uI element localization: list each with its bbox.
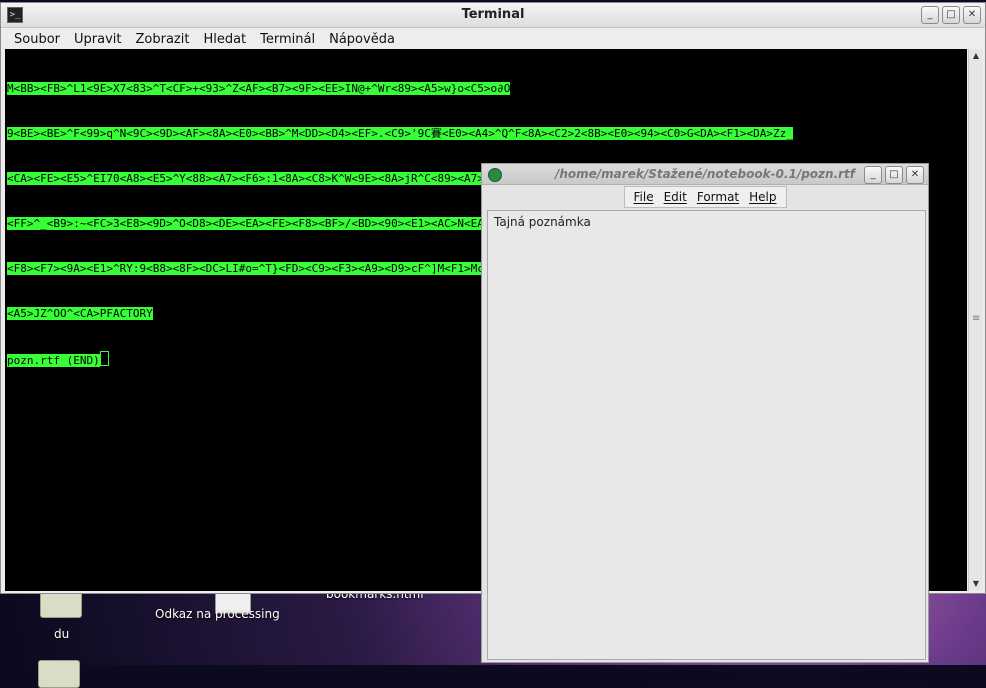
- notebook-menubar: File Edit Format Help: [482, 185, 928, 209]
- folder-icon[interactable]: [38, 660, 80, 688]
- scroll-up-arrow-icon[interactable]: ▲: [969, 49, 983, 63]
- terminal-line: 9<BE><BE>^F<99>q^N<9C><9D><AF><8A><E0><B…: [7, 127, 793, 140]
- scroll-down-arrow-icon[interactable]: ▼: [969, 577, 983, 591]
- desktop-icon-label-processing[interactable]: Odkaz na processing: [155, 607, 280, 621]
- close-icon[interactable]: ✕: [906, 166, 924, 184]
- minimize-icon[interactable]: _: [864, 166, 882, 184]
- menu-napoveda[interactable]: Nápověda: [322, 32, 402, 47]
- desktop-icon-label-du[interactable]: du: [54, 627, 69, 641]
- menu-zobrazit[interactable]: Zobrazit: [128, 32, 196, 47]
- menu-soubor[interactable]: Soubor: [7, 32, 67, 47]
- terminal-title: Terminal: [461, 7, 525, 22]
- menu-edit[interactable]: Edit: [659, 190, 692, 204]
- menu-format[interactable]: Format: [692, 190, 744, 204]
- scroll-grip-icon[interactable]: ≡: [972, 313, 980, 324]
- notebook-text-area[interactable]: Tajná poznámka: [487, 210, 926, 660]
- du-folder-icon[interactable]: [40, 590, 82, 618]
- notebook-titlebar[interactable]: /home/marek/Stažené/notebook-0.1/pozn.rt…: [482, 164, 928, 185]
- note-content[interactable]: Tajná poznámka: [488, 211, 925, 233]
- menu-upravit[interactable]: Upravit: [67, 32, 128, 47]
- maximize-icon[interactable]: □: [942, 6, 960, 24]
- menu-help[interactable]: Help: [744, 190, 781, 204]
- maximize-icon[interactable]: □: [885, 166, 903, 184]
- notebook-title: /home/marek/Stažené/notebook-0.1/pozn.rt…: [554, 167, 856, 181]
- terminal-menubar: Soubor Upravit Zobrazit Hledat Terminál …: [1, 28, 985, 50]
- minimize-icon[interactable]: _: [921, 6, 939, 24]
- close-icon[interactable]: ✕: [963, 6, 981, 24]
- terminal-scrollbar[interactable]: ▲ ≡ ▼: [968, 49, 983, 591]
- terminal-titlebar[interactable]: >_ Terminal _ □ ✕: [1, 3, 985, 28]
- menu-hledat[interactable]: Hledat: [196, 32, 253, 47]
- menu-file[interactable]: File: [629, 190, 659, 204]
- menu-terminal[interactable]: Terminál: [253, 32, 322, 47]
- terminal-line: M<BB><FB>^L1<9E>X7<83>^T<CF>+<93>^Z<AF><…: [7, 82, 511, 95]
- terminal-cursor: [99, 351, 109, 366]
- notebook-window: /home/marek/Stažené/notebook-0.1/pozn.rt…: [481, 163, 929, 663]
